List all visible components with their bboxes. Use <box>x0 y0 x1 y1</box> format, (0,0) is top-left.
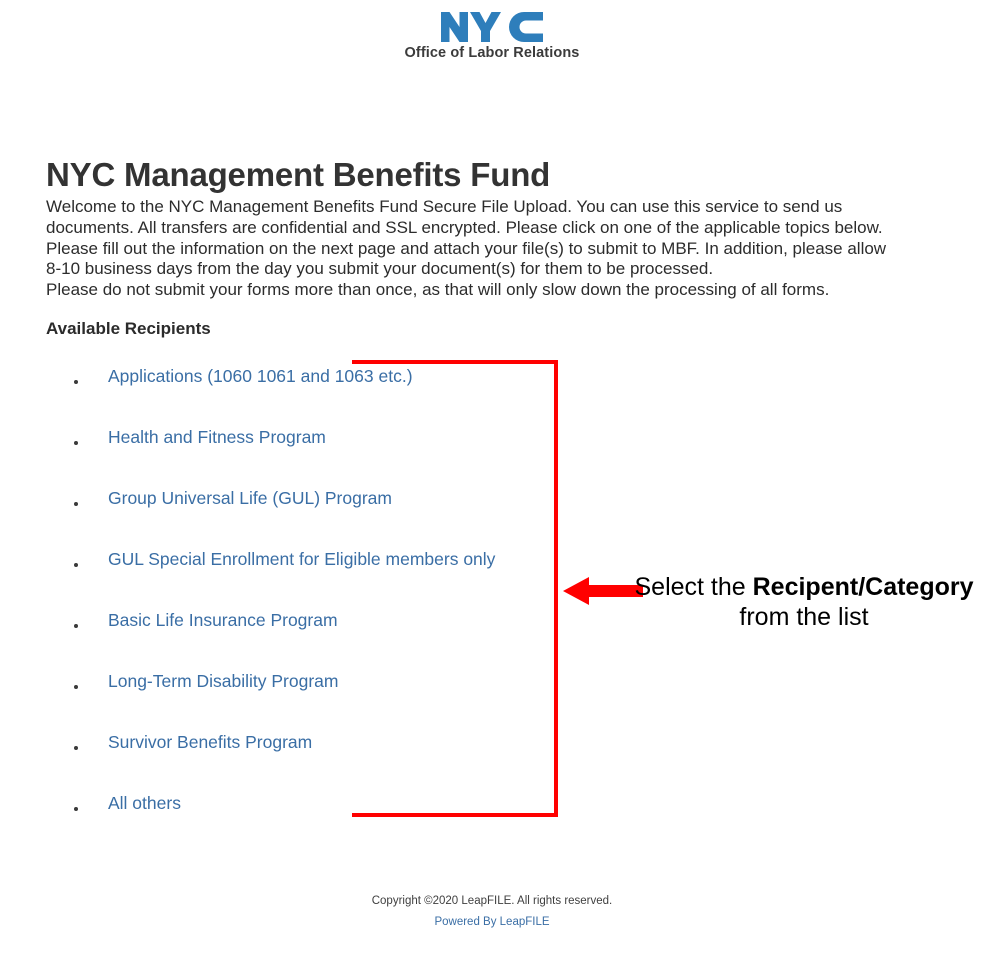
annotation-caption-emphasis: Recipent/Category <box>752 573 974 601</box>
list-item[interactable]: Basic Life Insurance Program <box>46 604 566 665</box>
bullet-icon <box>74 746 78 750</box>
logo-subtitle: Office of Labor Relations <box>404 45 580 61</box>
bullet-icon <box>74 441 78 445</box>
recipient-link-gul-special-enrollment[interactable]: GUL Special Enrollment for Eligible memb… <box>108 543 495 575</box>
intro-line-1: Welcome to the NYC Management Benefits F… <box>46 197 843 216</box>
list-item[interactable]: Applications (1060 1061 and 1063 etc.) <box>46 360 566 421</box>
intro-line-3: Please fill out the information on the n… <box>46 238 887 258</box>
recipient-link-basic-life-insurance[interactable]: Basic Life Insurance Program <box>108 604 338 636</box>
page-title: NYC Management Benefits Fund <box>46 156 551 194</box>
available-recipients-heading: Available Recipients <box>46 319 211 338</box>
footer-copyright: Copyright ©2020 LeapFILE. All rights res… <box>371 895 613 907</box>
page-header: Office of Labor Relations <box>0 0 984 96</box>
recipient-link-survivor-benefits[interactable]: Survivor Benefits Program <box>108 726 312 758</box>
list-item[interactable]: All others <box>46 787 566 848</box>
bullet-icon <box>74 685 78 689</box>
recipient-link-applications[interactable]: Applications (1060 1061 and 1063 etc.) <box>108 360 413 392</box>
bullet-icon <box>74 807 78 811</box>
recipient-link-long-term-disability[interactable]: Long-Term Disability Program <box>108 665 339 697</box>
recipient-link-group-universal-life[interactable]: Group Universal Life (GUL) Program <box>108 482 392 514</box>
recipient-list: Applications (1060 1061 and 1063 etc.) H… <box>46 360 566 848</box>
list-item[interactable]: Group Universal Life (GUL) Program <box>46 482 566 543</box>
list-item[interactable]: Long-Term Disability Program <box>46 665 566 726</box>
intro-paragraph: Welcome to the NYC Management Benefits F… <box>46 197 956 301</box>
intro-line-5: Please do not submit your forms more tha… <box>46 280 830 300</box>
annotation-caption-line-2: from the list <box>739 603 869 631</box>
list-item[interactable]: GUL Special Enrollment for Eligible memb… <box>46 543 566 604</box>
bullet-icon <box>74 380 78 384</box>
intro-line-4: 8-10 business days from the day you subm… <box>46 259 714 279</box>
footer-powered-by-link[interactable]: Powered By LeapFILE <box>434 914 549 930</box>
annotation-caption-lead: Select the <box>634 573 753 601</box>
intro-line-2: documents. All transfers are confidentia… <box>46 217 883 237</box>
annotation-caption: Select the Recipent/Category from the li… <box>634 572 974 632</box>
nyc-wordmark-logo <box>440 12 543 42</box>
recipient-link-health-and-fitness[interactable]: Health and Fitness Program <box>108 421 326 453</box>
list-item[interactable]: Health and Fitness Program <box>46 421 566 482</box>
bullet-icon <box>74 502 78 506</box>
page-footer: Copyright ©2020 LeapFILE. All rights res… <box>0 893 984 930</box>
left-arrow-icon <box>563 577 643 605</box>
recipient-link-all-others[interactable]: All others <box>108 787 181 819</box>
bullet-icon <box>74 563 78 567</box>
nyc-office-of-labor-relations-logo: Office of Labor Relations <box>405 12 580 61</box>
bullet-icon <box>74 624 78 628</box>
list-item[interactable]: Survivor Benefits Program <box>46 726 566 787</box>
